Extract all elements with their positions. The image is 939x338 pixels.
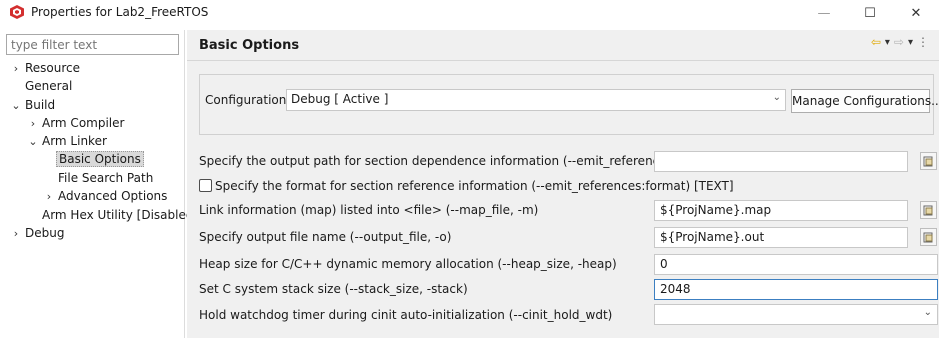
tree-item-file-search-path[interactable]: File Search Path <box>58 169 153 187</box>
browse-icon <box>923 205 933 215</box>
back-dropdown-icon[interactable]: ▾ <box>885 37 890 48</box>
emit-references-file-label: Specify the output path for section depe… <box>199 154 700 168</box>
close-button[interactable]: ✕ <box>893 0 939 26</box>
stack-size-label: Set C system stack size (--stack_size, -… <box>199 282 468 296</box>
chevron-right-icon[interactable]: › <box>10 225 22 243</box>
heap-size-input[interactable]: 0 <box>654 254 938 275</box>
emit-references-format-checkbox[interactable] <box>199 179 212 192</box>
configuration-select[interactable]: Debug [ Active ] ⌄ <box>286 89 786 111</box>
chevron-right-icon[interactable]: › <box>43 188 55 206</box>
title-bar: Properties for Lab2_FreeRTOS — ☐ ✕ <box>0 0 939 26</box>
back-arrow-icon[interactable]: ⇦ <box>871 35 881 49</box>
page-title: Basic Options <box>199 38 300 53</box>
tree-item-label: Arm Hex Utility [Disabled <box>42 208 194 222</box>
heap-size-label: Heap size for C/C++ dynamic memory alloc… <box>199 257 617 271</box>
tree-item-arm-compiler[interactable]: › Arm Compiler <box>27 114 125 133</box>
output-file-input[interactable]: ${ProjName}.out <box>654 227 908 248</box>
header-divider <box>187 60 939 61</box>
tree-item-label: Resource <box>25 61 81 75</box>
configuration-group: Configuration: Debug [ Active ] ⌄ Manage… <box>199 74 939 135</box>
tree-item-general[interactable]: General <box>25 77 72 95</box>
chevron-down-icon[interactable]: ⌄ <box>10 97 22 115</box>
tree-item-basic-options[interactable]: Basic Options <box>56 150 144 168</box>
forward-arrow-icon[interactable]: ⇨ <box>894 35 904 49</box>
tree-item-advanced-options[interactable]: › Advanced Options <box>43 187 168 206</box>
map-file-input[interactable]: ${ProjName}.map <box>654 200 908 221</box>
cinit-hold-wdt-label: Hold watchdog timer during cinit auto-in… <box>199 308 613 322</box>
page-navigation: ⇦ ▾ ⇨ ▾ ⋮ <box>871 35 929 49</box>
output-file-label: Specify output file name (--output_file,… <box>199 230 452 244</box>
tree-item-label: Build <box>25 98 56 112</box>
map-file-browse-button[interactable] <box>920 201 937 219</box>
tree-item-label: General <box>25 79 73 93</box>
app-icon <box>10 5 24 19</box>
property-tree-pane: ›Resource General ⌄Build ›Arm Compiler ⌄… <box>0 30 193 338</box>
chevron-down-icon: ⌄ <box>772 92 781 103</box>
cinit-hold-wdt-select[interactable]: ⌄ <box>654 304 938 325</box>
tree-item-build[interactable]: ⌄ Build <box>10 96 55 114</box>
filter-input[interactable] <box>6 34 179 55</box>
tree-item-label: Arm Linker <box>42 134 107 148</box>
tree-item-resource[interactable]: › Resource <box>10 59 80 77</box>
browse-icon <box>923 156 933 166</box>
tree-item-label: Arm Compiler <box>42 116 125 130</box>
map-file-label: Link information (map) listed into <file… <box>199 203 539 217</box>
output-file-browse-button[interactable] <box>920 228 937 246</box>
tree-item-label: Advanced Options <box>58 189 168 203</box>
stack-size-input[interactable]: 2048 <box>654 279 938 300</box>
emit-references-format-label: Specify the format for section reference… <box>215 179 734 193</box>
configuration-value: Debug [ Active ] <box>291 92 389 106</box>
chevron-down-icon[interactable]: ⌄ <box>27 133 39 151</box>
minimize-button[interactable]: — <box>801 0 847 26</box>
tree-item-arm-linker[interactable]: ⌄ Arm Linker <box>27 132 107 150</box>
chevron-down-icon: ⌄ <box>923 307 932 318</box>
window-title: Properties for Lab2_FreeRTOS <box>31 5 209 19</box>
emit-references-file-input[interactable] <box>654 151 908 172</box>
emit-references-file-browse-button[interactable] <box>920 152 937 170</box>
manage-configurations-button[interactable]: Manage Configurations... <box>791 89 939 113</box>
tree-item-arm-hex-utility[interactable]: Arm Hex Utility [Disabled <box>42 206 193 224</box>
browse-icon <box>923 232 933 242</box>
maximize-button[interactable]: ☐ <box>847 0 893 26</box>
tree-item-debug[interactable]: › Debug <box>10 224 65 243</box>
tree-item-label: Basic Options <box>56 151 144 167</box>
configuration-label: Configuration: <box>205 93 291 107</box>
tree-item-label: Debug <box>25 226 65 240</box>
tree-item-label: File Search Path <box>58 171 154 185</box>
chevron-right-icon[interactable]: › <box>10 60 22 78</box>
forward-dropdown-icon[interactable]: ▾ <box>908 37 913 48</box>
view-menu-icon[interactable]: ⋮ <box>917 35 929 49</box>
chevron-right-icon[interactable]: › <box>27 115 39 133</box>
property-page: Basic Options ⇦ ▾ ⇨ ▾ ⋮ Configuration: D… <box>187 30 939 338</box>
